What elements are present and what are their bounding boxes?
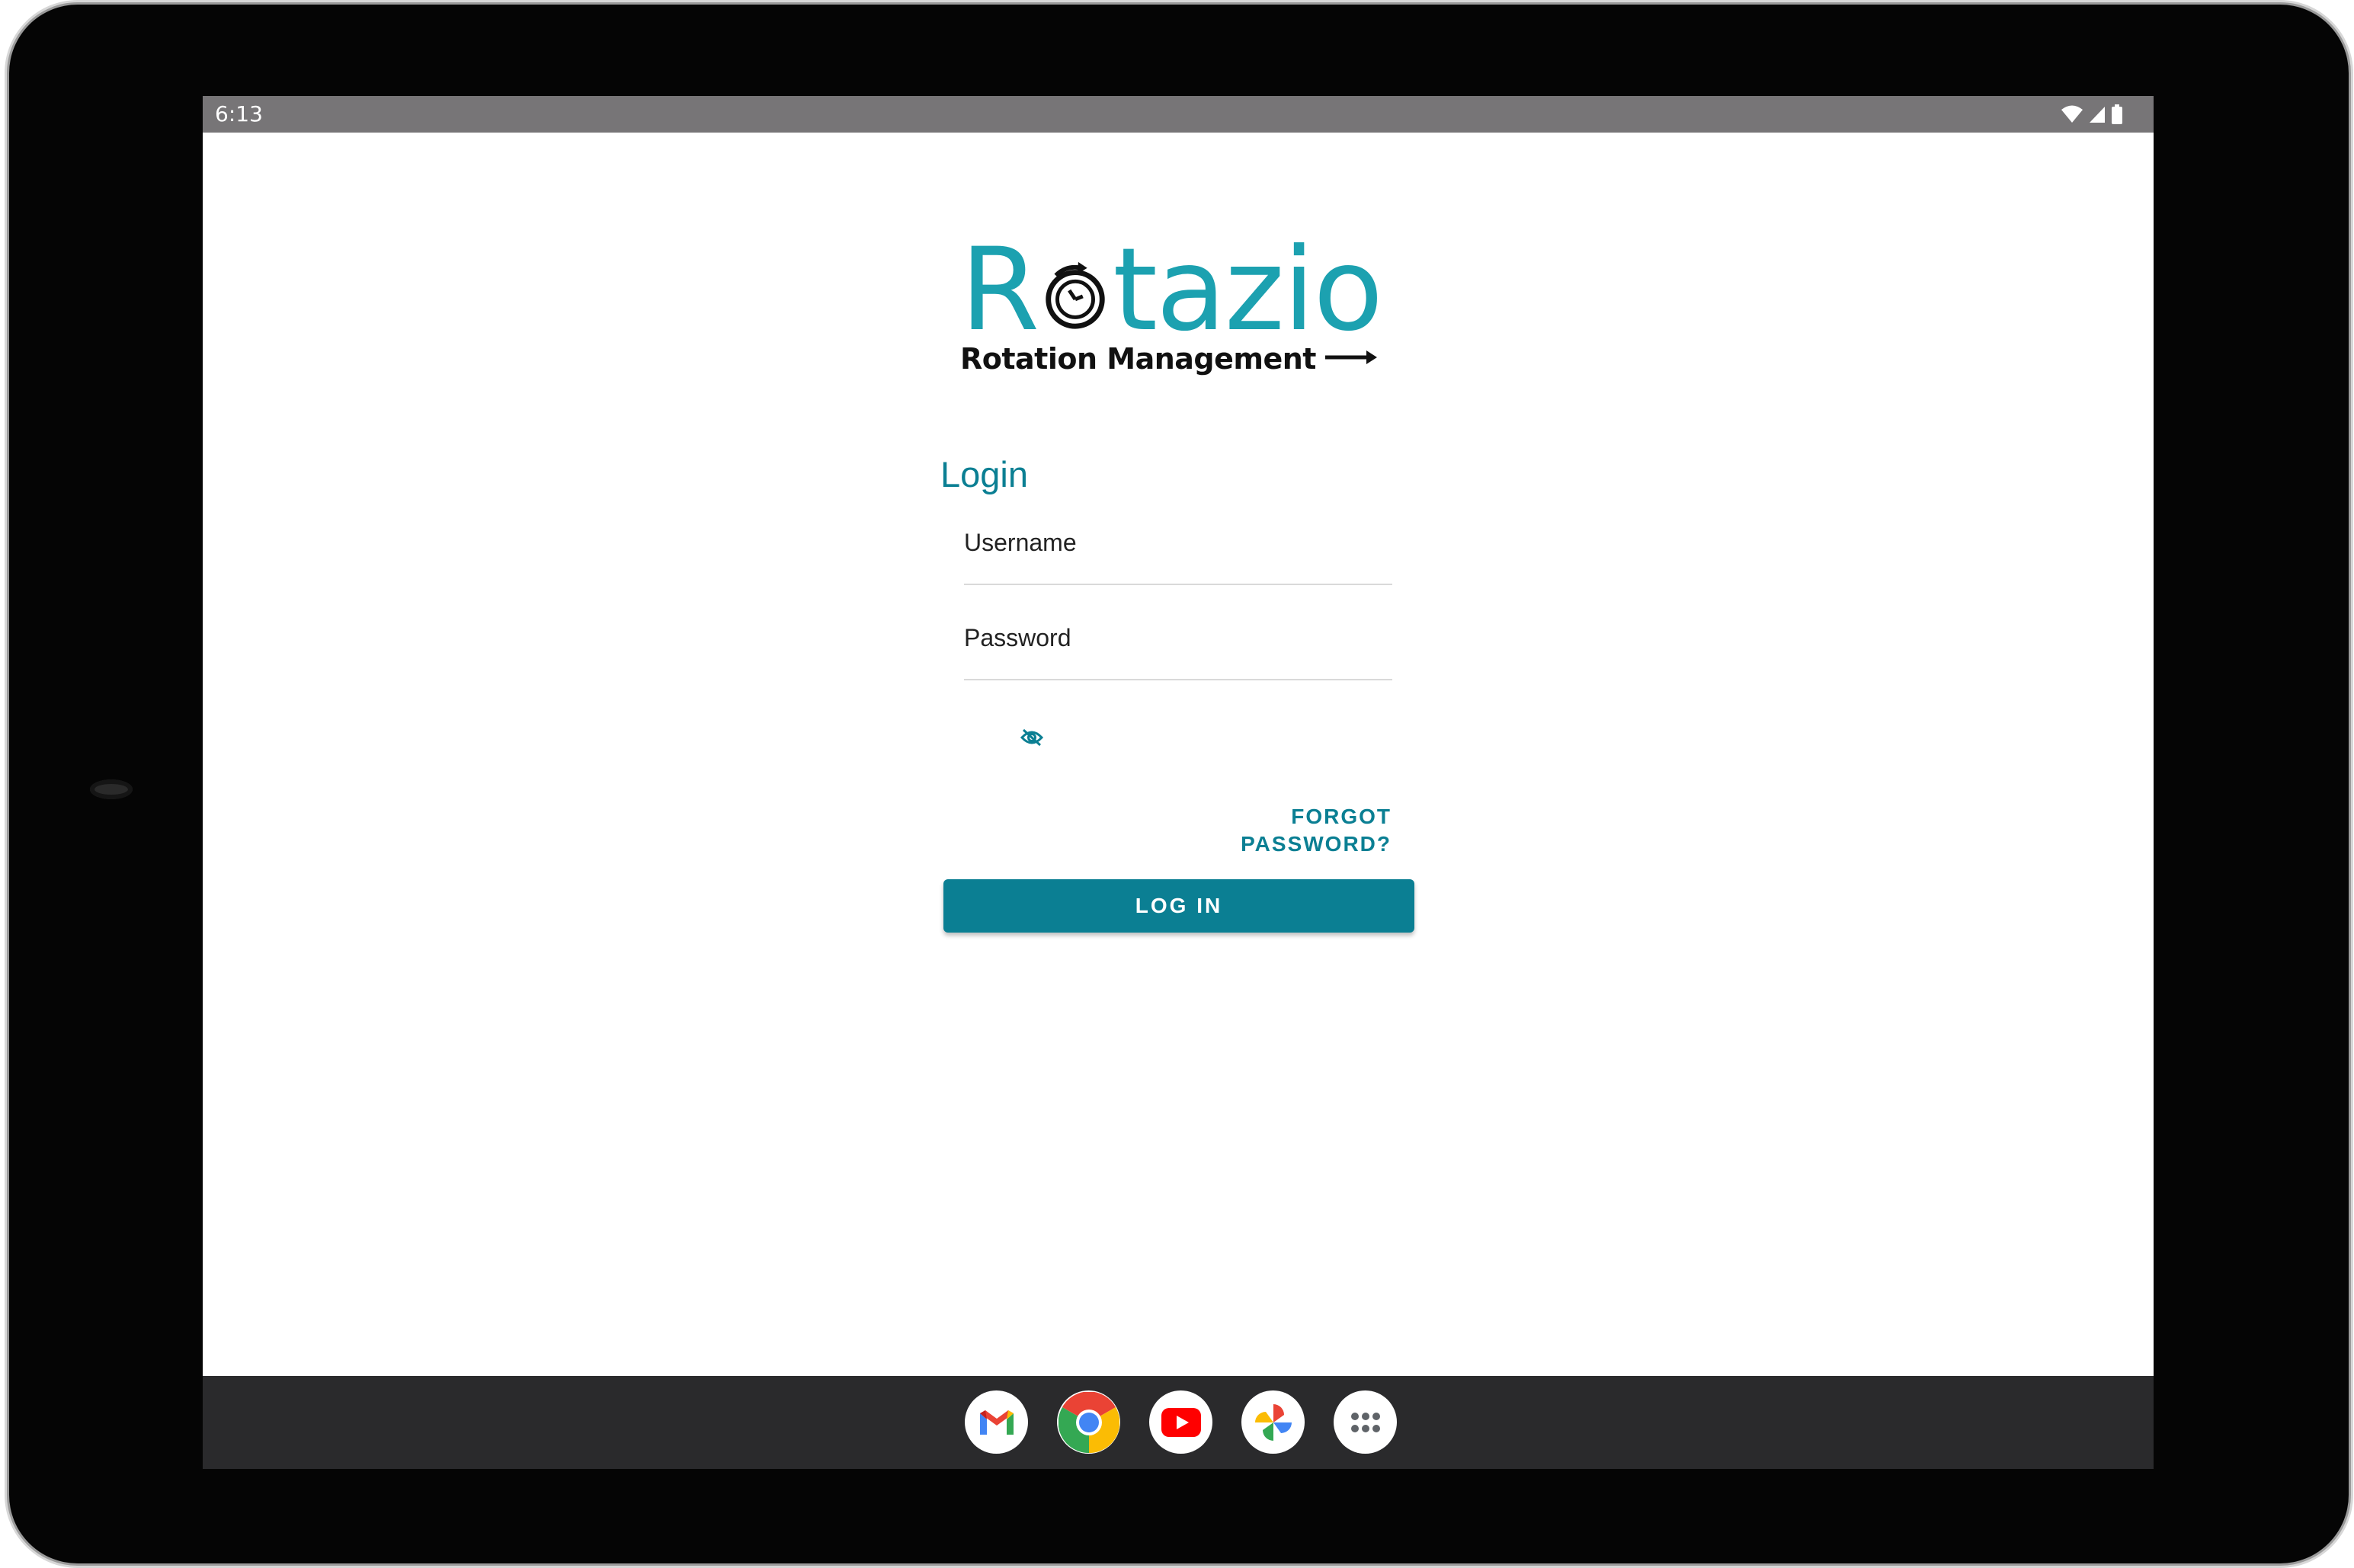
apps-grid-icon — [1350, 1412, 1381, 1433]
logo-tagline-row: Rotation Management — [960, 340, 1379, 378]
logo-wordmark: R tazio — [960, 233, 1395, 347]
eye-off-icon — [1020, 728, 1044, 750]
front-camera — [90, 779, 133, 799]
username-input[interactable] — [964, 515, 1392, 570]
dock-app-drawer[interactable] — [1334, 1390, 1397, 1454]
status-time: 6:13 — [215, 101, 263, 126]
password-field — [964, 610, 1392, 680]
logo-tagline: Rotation Management — [960, 342, 1316, 376]
rotazio-logo: R tazio Rotation Management — [960, 233, 1395, 386]
login-heading: Login — [940, 454, 1028, 494]
chrome-icon — [1058, 1391, 1119, 1453]
dock-app-photos[interactable] — [1241, 1390, 1305, 1454]
dock-app-chrome[interactable] — [1057, 1390, 1120, 1454]
logo-wordmark-suffix: tazio — [1113, 224, 1383, 357]
username-field — [964, 515, 1392, 585]
youtube-icon — [1161, 1407, 1201, 1437]
log-in-button[interactable]: LOG IN — [943, 879, 1414, 933]
dock-app-youtube[interactable] — [1149, 1390, 1212, 1454]
arrow-right-icon — [1324, 348, 1379, 370]
forgot-password-link[interactable]: FORGOT PASSWORD? — [1155, 803, 1392, 858]
status-bar: 6:13 — [203, 96, 2154, 133]
app-screen: 6:13 R tazio Rotation Management Login U… — [203, 96, 2154, 1469]
dock-app-gmail[interactable] — [965, 1390, 1028, 1454]
stopwatch-icon — [1038, 236, 1113, 329]
app-dock — [203, 1376, 2154, 1469]
photos-icon — [1252, 1401, 1295, 1444]
password-input[interactable] — [964, 610, 1392, 665]
wifi-icon — [2061, 104, 2083, 124]
dock-apps — [965, 1390, 1397, 1454]
logo-wordmark-prefix: R — [960, 224, 1039, 357]
signal-icon — [2088, 105, 2106, 123]
password-visibility-toggle[interactable] — [1017, 724, 1047, 754]
battery-icon — [2111, 104, 2123, 124]
gmail-icon — [978, 1407, 1016, 1438]
status-icons — [2061, 104, 2123, 125]
